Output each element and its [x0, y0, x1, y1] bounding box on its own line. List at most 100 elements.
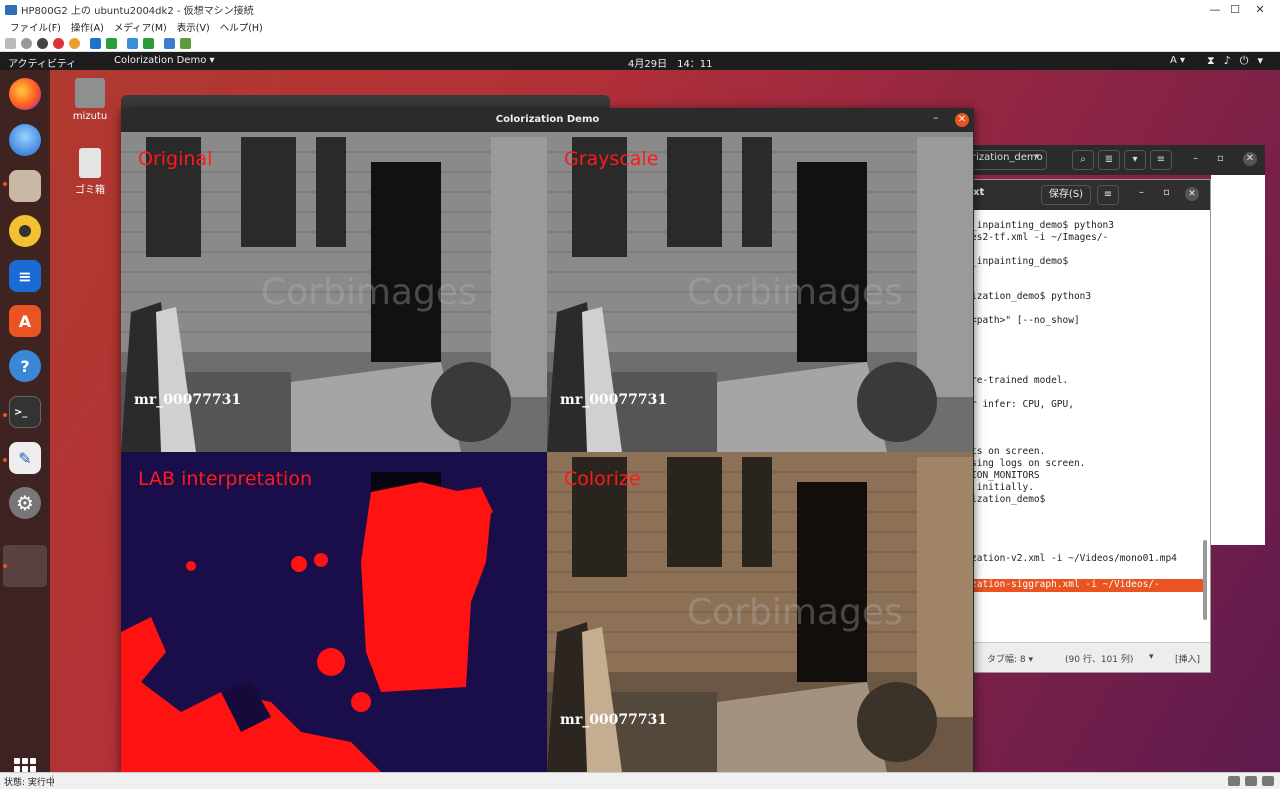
terminal-body[interactable]	[1211, 175, 1265, 545]
save-button[interactable]: 保存(S)	[1041, 185, 1091, 205]
editor-line: ization_demo$	[971, 493, 1046, 505]
input-method-indicator[interactable]: A ▾	[1170, 55, 1185, 66]
colorization-demo-window[interactable]: Colorization Demo – ✕ Corbimages Origina…	[121, 108, 974, 772]
firefox-icon[interactable]	[9, 78, 41, 110]
resume-icon[interactable]	[106, 37, 117, 49]
host-title-bar: HP800G2 上の ubuntu2004dk2 - 仮想マシン接続 — ☐ ✕	[0, 0, 1280, 19]
insert-mode[interactable]: [挿入]	[1175, 652, 1200, 665]
maximize-icon[interactable]: ▫	[1217, 153, 1224, 164]
desktop-icon-label: ゴミ箱	[75, 185, 105, 196]
demo-title: Colorization Demo	[495, 114, 600, 125]
maximize-icon[interactable]: ▫	[1163, 187, 1170, 198]
terminal-window[interactable]: rization_demo ▾ ⌕ ≣ ▾ ≡ – ▫ ✕	[962, 145, 1265, 175]
pane-colorize: Corbimages Colorize mr_00077731	[547, 452, 973, 772]
clock[interactable]: 4月29日 14：11	[628, 55, 713, 70]
minimize-icon[interactable]: –	[1193, 153, 1198, 164]
lock-icon	[1245, 776, 1257, 786]
desktop-icon-trash[interactable]: ゴミ箱	[65, 148, 115, 196]
editor-line: r infer: CPU, GPU,	[971, 398, 1074, 410]
text-editor-icon[interactable]: ✎	[9, 442, 41, 474]
chevron-down-icon: ▾	[1257, 54, 1263, 67]
host-statusbar: 状態: 実行中	[0, 772, 1280, 789]
editor-line: _inpainting_demo$ python3	[971, 220, 1114, 231]
editor-line: ts on screen.	[971, 446, 1046, 458]
lab-channel-map	[121, 452, 547, 772]
running-indicator	[3, 458, 7, 462]
running-indicator	[3, 182, 7, 186]
cursor-position[interactable]: (90 行、101 列)	[1065, 652, 1133, 665]
menu-media[interactable]: メディア(M)	[114, 20, 167, 34]
editor-line: initially.	[971, 481, 1034, 493]
pane-grayscale: Corbimages Grayscale mr_00077731	[547, 132, 973, 452]
pane-lab-interpretation: LAB interpretation	[121, 452, 547, 772]
editor-line: zation-v2.xml -i ~/Videos/mono01.mp4	[971, 553, 1177, 565]
terminal-icon[interactable]: >_	[9, 396, 41, 428]
editor-filename: xt	[973, 187, 985, 198]
terminal-title: rization_demo	[972, 152, 1043, 163]
enhanced-session-icon[interactable]	[164, 37, 175, 49]
editor-text-area[interactable]: _inpainting_demo$ python3 es2-tf.xml -i ~…	[963, 210, 1210, 642]
system-menu[interactable]: ⧗ ♪ ⏻ ▾	[1207, 54, 1263, 68]
menu-file[interactable]: ファイル(F)	[10, 20, 61, 34]
settings-icon[interactable]: ⚙	[9, 487, 41, 519]
app-menu[interactable]: Colorization Demo ▾	[114, 55, 215, 66]
save-state-icon[interactable]	[69, 37, 80, 49]
menu-view[interactable]: 表示(V)	[177, 20, 210, 34]
menu-action[interactable]: 操作(A)	[71, 20, 104, 34]
editor-line: <path>" [--no_show]	[971, 315, 1080, 327]
close-icon[interactable]: ✕	[1185, 187, 1199, 201]
tab-width-selector[interactable]: タブ幅: 8 ▾	[987, 652, 1033, 665]
search-icon[interactable]: ⌕	[1072, 150, 1094, 170]
running-indicator	[3, 413, 7, 417]
editor-line: es2-tf.xml -i ~/Images/-	[971, 231, 1109, 243]
rhythmbox-icon[interactable]	[9, 215, 41, 247]
keyboard-icon	[1228, 776, 1240, 786]
running-indicator	[3, 564, 7, 568]
selected-line: zation-siggraph.xml -i ~/Videos/-	[963, 579, 1203, 592]
desktop-icon-home[interactable]: mizutu	[65, 78, 115, 122]
turn-off-icon[interactable]	[37, 37, 48, 49]
editor-line: ization_demo$ python3	[971, 291, 1092, 303]
chevron-down-icon[interactable]: ▾	[1124, 150, 1146, 170]
files-icon[interactable]	[9, 170, 41, 202]
host-toolbar	[0, 35, 1280, 52]
start-icon[interactable]	[21, 37, 32, 49]
host-title: HP800G2 上の ubuntu2004dk2 - 仮想マシン接続	[21, 6, 254, 17]
hamburger-menu-icon[interactable]: ≡	[1097, 185, 1119, 205]
close-icon[interactable]: ✕	[1243, 152, 1257, 166]
pane-label: Colorize	[564, 468, 641, 490]
pane-label: LAB interpretation	[138, 468, 312, 490]
colorization-demo-dock-item[interactable]	[3, 545, 47, 587]
software-icon[interactable]: A	[9, 305, 41, 337]
share-icon[interactable]	[180, 37, 191, 49]
dock: ≡ A ? >_ ✎ ⚙	[0, 70, 50, 772]
pane-original: Corbimages Original mr_00077731	[121, 132, 547, 452]
editor-line: sing logs on screen.	[971, 458, 1086, 469]
menu-help[interactable]: ヘルプ(H)	[220, 20, 263, 34]
ctrl-alt-del-icon[interactable]	[5, 37, 16, 49]
hamburger-menu-icon[interactable]: ≡	[1150, 150, 1172, 170]
scrollbar[interactable]	[1203, 540, 1207, 620]
close-icon[interactable]: ✕	[955, 113, 969, 127]
video-id-label: mr_00077731	[560, 712, 668, 728]
thunderbird-icon[interactable]	[9, 124, 41, 156]
selected-line-text: zation-siggraph.xml -i ~/Videos/-	[971, 579, 1160, 590]
shutdown-icon[interactable]	[53, 37, 64, 49]
view-list-icon[interactable]: ≣	[1098, 150, 1120, 170]
activities-button[interactable]: アクティビティ	[8, 55, 76, 70]
writer-icon[interactable]: ≡	[9, 260, 41, 292]
minimize-icon[interactable]: –	[933, 111, 939, 124]
pause-icon[interactable]	[90, 37, 101, 49]
revert-icon[interactable]	[143, 37, 154, 49]
desktop-icon-label: mizutu	[72, 111, 108, 122]
show-applications-icon[interactable]	[14, 758, 36, 772]
vm-state: 状態: 実行中	[4, 777, 55, 788]
checkpoint-icon[interactable]	[127, 37, 138, 49]
close-icon[interactable]: ✕	[1240, 0, 1280, 19]
video-id-label: mr_00077731	[560, 392, 668, 408]
help-icon[interactable]: ?	[9, 350, 41, 382]
video-id-label: mr_00077731	[134, 392, 242, 408]
watermark: Corbimages	[261, 272, 477, 313]
minimize-icon[interactable]: –	[1139, 187, 1144, 198]
text-editor-window[interactable]: xt 保存(S) ≡ – ▫ ✕ _inpainting_demo$ pytho…	[962, 179, 1211, 673]
